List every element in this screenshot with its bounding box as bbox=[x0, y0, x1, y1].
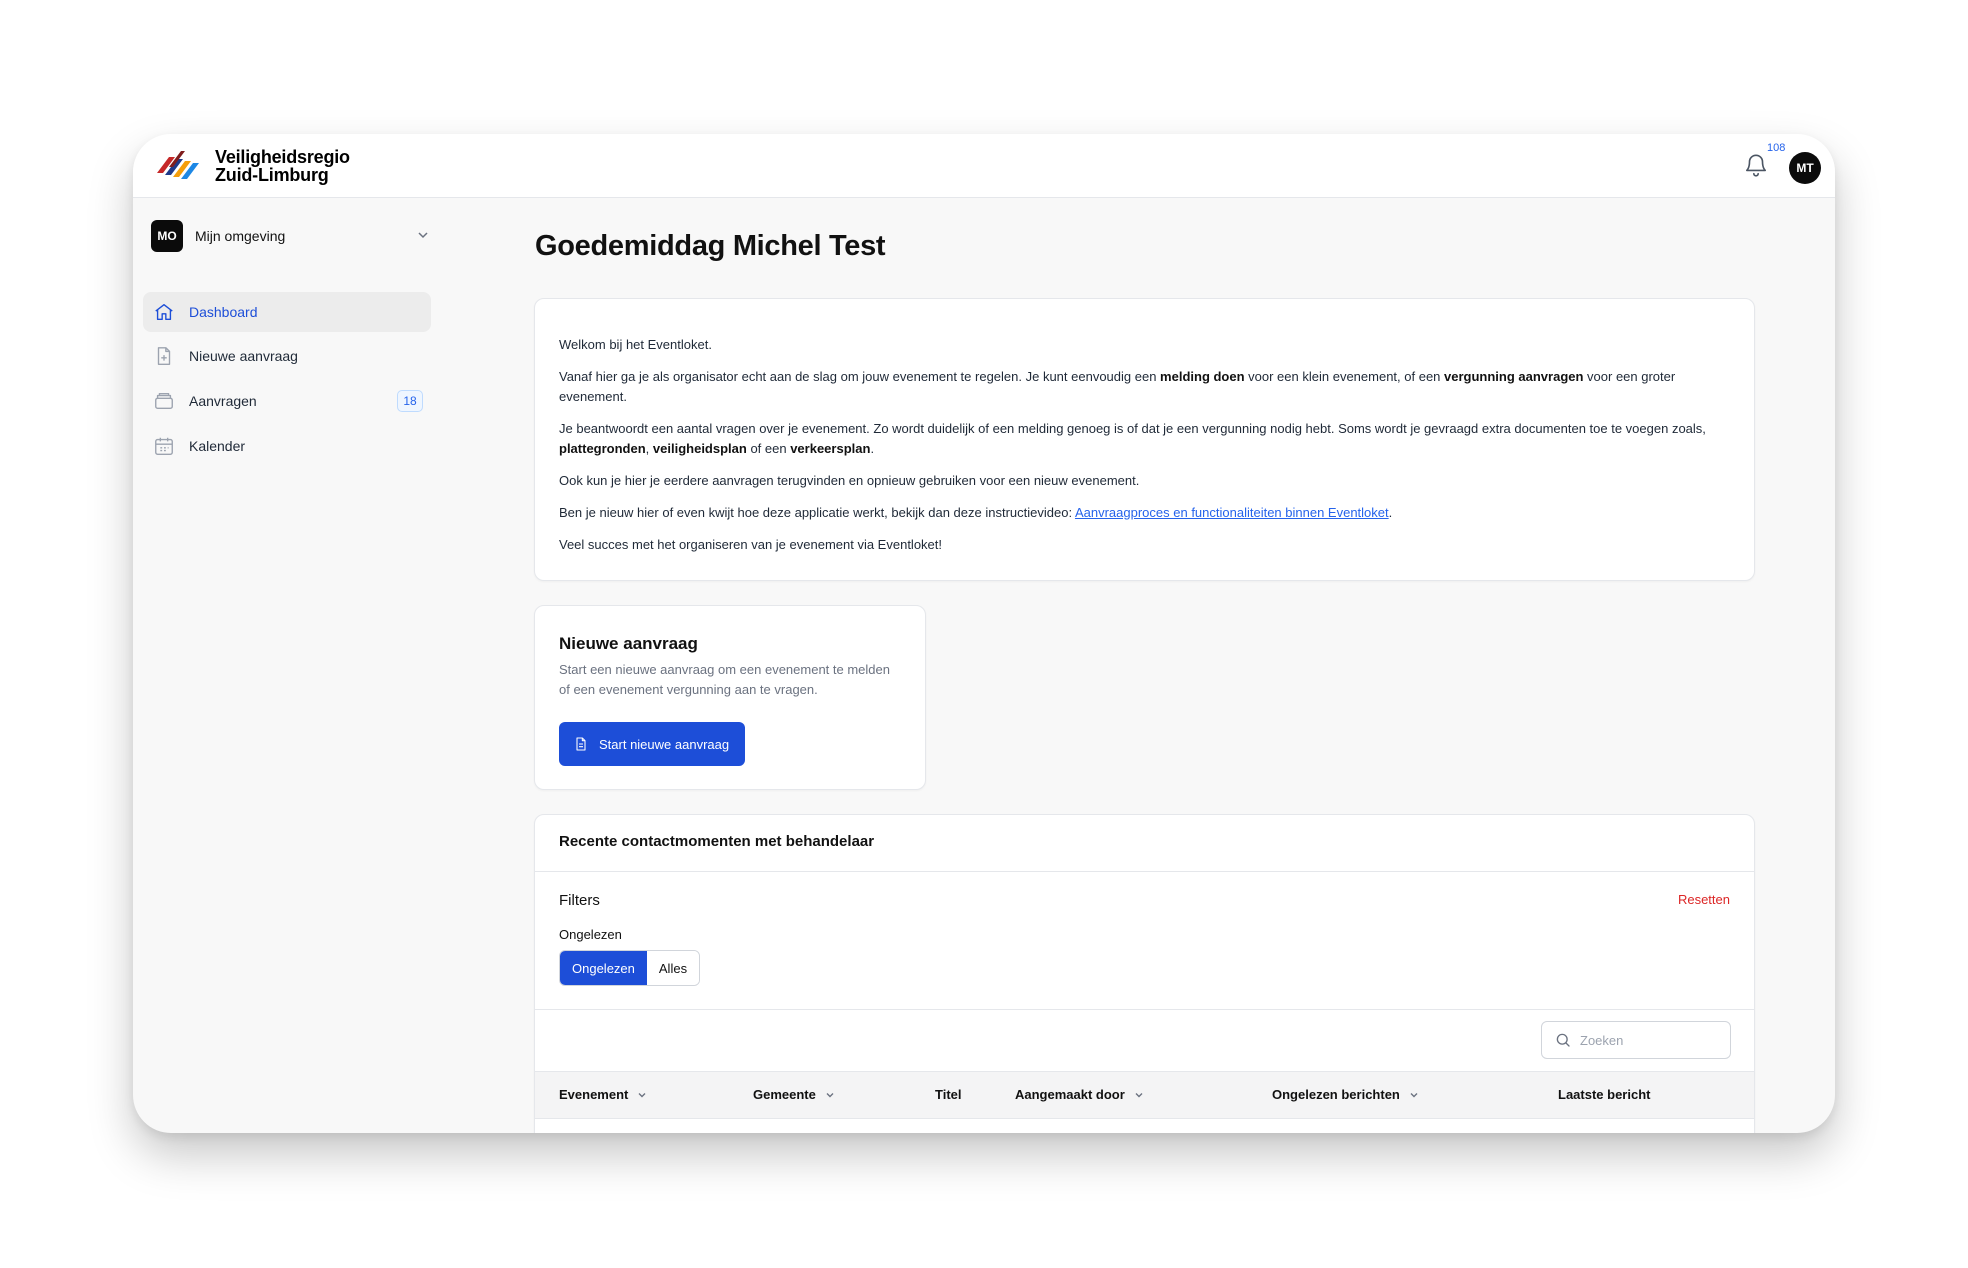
chevron-down-icon bbox=[1410, 1092, 1418, 1097]
table-header: Evenement Gemeente Titel Aangemaakt door… bbox=[535, 1071, 1754, 1119]
column-label: Titel bbox=[935, 1087, 962, 1102]
sidebar-item-label: Dashboard bbox=[189, 304, 258, 320]
column-evenement[interactable]: Evenement bbox=[559, 1087, 648, 1102]
welcome-bold: plattegronden bbox=[559, 441, 646, 456]
welcome-text: Welkom bij het Eventloket. bbox=[559, 337, 712, 352]
search-row bbox=[535, 1009, 1754, 1071]
column-ongelezen-berichten[interactable]: Ongelezen berichten bbox=[1272, 1087, 1420, 1102]
instruction-video-link[interactable]: Aanvraagproces en functionaliteiten binn… bbox=[1075, 505, 1389, 520]
app-window: Veiligheidsregio Zuid-Limburg 108 MT MO … bbox=[133, 134, 1835, 1133]
column-label: Laatste bericht bbox=[1558, 1087, 1651, 1102]
welcome-card: Welkom bij het Eventloket. Vanaf hier ga… bbox=[534, 298, 1755, 581]
new-request-card: Nieuwe aanvraag Start een nieuwe aanvraa… bbox=[534, 605, 926, 790]
brand-name: Veiligheidsregio Zuid-Limburg bbox=[215, 148, 350, 184]
welcome-text: of een bbox=[746, 441, 791, 456]
notification-count: 108 bbox=[1767, 142, 1786, 154]
welcome-text: Veel succes met het organiseren van je e… bbox=[559, 537, 942, 552]
sidebar-item-label: Nieuwe aanvraag bbox=[189, 348, 298, 364]
column-gemeente[interactable]: Gemeente bbox=[753, 1087, 836, 1102]
chevron-down-icon bbox=[418, 232, 428, 239]
sidebar-item-aanvragen[interactable]: Aanvragen 18 bbox=[143, 381, 431, 421]
welcome-paragraph: Ben je nieuw hier of even kwijt hoe deze… bbox=[559, 503, 1730, 523]
environment-label: Mijn omgeving bbox=[195, 228, 286, 244]
filters-section: Filters Resetten Ongelezen Ongelezen All… bbox=[535, 872, 1754, 1009]
chevron-down-icon bbox=[638, 1092, 646, 1097]
sidebar-item-kalender[interactable]: Kalender bbox=[143, 426, 431, 466]
welcome-paragraph: Welkom bij het Eventloket. bbox=[559, 335, 1730, 355]
reset-filters-button[interactable]: Resetten bbox=[1678, 892, 1730, 907]
start-new-request-label: Start nieuwe aanvraag bbox=[599, 736, 730, 752]
welcome-paragraph: Ook kun je hier je eerdere aanvragen ter… bbox=[559, 471, 1730, 491]
welcome-text: , bbox=[645, 441, 653, 456]
page-title: Goedemiddag Michel Test bbox=[535, 230, 886, 262]
welcome-bold: verkeersplan bbox=[790, 441, 871, 456]
search-icon bbox=[1556, 1033, 1570, 1047]
welcome-bold: veiligheidsplan bbox=[652, 441, 747, 456]
column-label: Ongelezen berichten bbox=[1272, 1087, 1400, 1102]
sidebar-item-dashboard[interactable]: Dashboard bbox=[143, 292, 431, 332]
brand-line2: Zuid-Limburg bbox=[215, 165, 329, 185]
welcome-bold: vergunning aanvragen bbox=[1444, 369, 1584, 384]
welcome-bold: melding doen bbox=[1160, 369, 1245, 384]
aanvragen-count-badge: 18 bbox=[397, 390, 423, 412]
sidebar-item-label: Aanvragen bbox=[189, 393, 257, 409]
read-filter-toggle: Ongelezen Alles bbox=[559, 950, 701, 986]
column-label: Aangemaakt door bbox=[1015, 1087, 1125, 1102]
welcome-paragraph: Je beantwoordt een aantal vragen over je… bbox=[559, 419, 1730, 459]
brand-line1: Veiligheidsregio bbox=[215, 147, 350, 167]
column-aangemaakt-door[interactable]: Aangemaakt door bbox=[1015, 1087, 1145, 1102]
filters-title: Filters bbox=[559, 892, 600, 909]
environment-badge: MO bbox=[151, 220, 183, 252]
bell-icon[interactable] bbox=[1743, 152, 1769, 178]
welcome-text: Vanaf hier ga je als organisator echt aa… bbox=[559, 369, 1161, 384]
calendar-icon bbox=[155, 437, 173, 455]
new-request-description: Start een nieuwe aanvraag om een eveneme… bbox=[559, 662, 890, 697]
contacts-card: Recente contactmomenten met behandelaar … bbox=[534, 814, 1755, 1133]
welcome-text: . bbox=[1388, 505, 1393, 520]
column-label: Gemeente bbox=[753, 1087, 816, 1102]
contacts-title: Recente contactmomenten met behandelaar bbox=[535, 815, 1754, 872]
sidebar-item-label: Kalender bbox=[189, 438, 246, 454]
document-icon bbox=[576, 737, 586, 751]
chevron-down-icon bbox=[1135, 1092, 1143, 1097]
welcome-text: voor een klein evenement, of een bbox=[1244, 369, 1445, 384]
welcome-text: Ben je nieuw hier of even kwijt hoe deze… bbox=[559, 505, 1075, 520]
environment-switcher[interactable]: MO Mijn omgeving bbox=[151, 219, 431, 253]
welcome-text: . bbox=[870, 441, 875, 456]
inbox-icon bbox=[155, 392, 173, 410]
home-icon bbox=[155, 303, 173, 321]
welcome-paragraph: Vanaf hier ga je als organisator echt aa… bbox=[559, 367, 1730, 407]
toggle-alles[interactable]: Alles bbox=[646, 951, 700, 985]
chevron-down-icon bbox=[826, 1092, 834, 1097]
search-input[interactable] bbox=[1580, 1032, 1710, 1048]
welcome-text: Ook kun je hier je eerdere aanvragen ter… bbox=[559, 473, 1140, 488]
file-plus-icon bbox=[157, 347, 171, 365]
start-new-request-button[interactable]: Start nieuwe aanvraag bbox=[559, 722, 746, 766]
welcome-paragraph: Veel succes met het organiseren van je e… bbox=[559, 535, 1730, 555]
top-bar: Veiligheidsregio Zuid-Limburg 108 MT bbox=[133, 134, 1835, 198]
brand-mark-icon bbox=[157, 151, 199, 179]
new-request-title: Nieuwe aanvraag bbox=[559, 634, 698, 653]
brand-logo[interactable]: Veiligheidsregio Zuid-Limburg bbox=[155, 148, 350, 184]
column-titel: Titel bbox=[935, 1087, 962, 1102]
sidebar-item-nieuwe-aanvraag[interactable]: Nieuwe aanvraag bbox=[143, 336, 431, 376]
user-avatar[interactable]: MT bbox=[1789, 152, 1821, 184]
column-label: Evenement bbox=[559, 1087, 629, 1102]
toggle-ongelezen[interactable]: Ongelezen bbox=[560, 951, 647, 985]
search-box[interactable] bbox=[1541, 1021, 1731, 1059]
column-laatste-bericht: Laatste bericht bbox=[1558, 1087, 1650, 1102]
filter-label-ongelezen: Ongelezen bbox=[559, 927, 622, 942]
welcome-text: Je beantwoordt een aantal vragen over je… bbox=[559, 421, 1706, 436]
